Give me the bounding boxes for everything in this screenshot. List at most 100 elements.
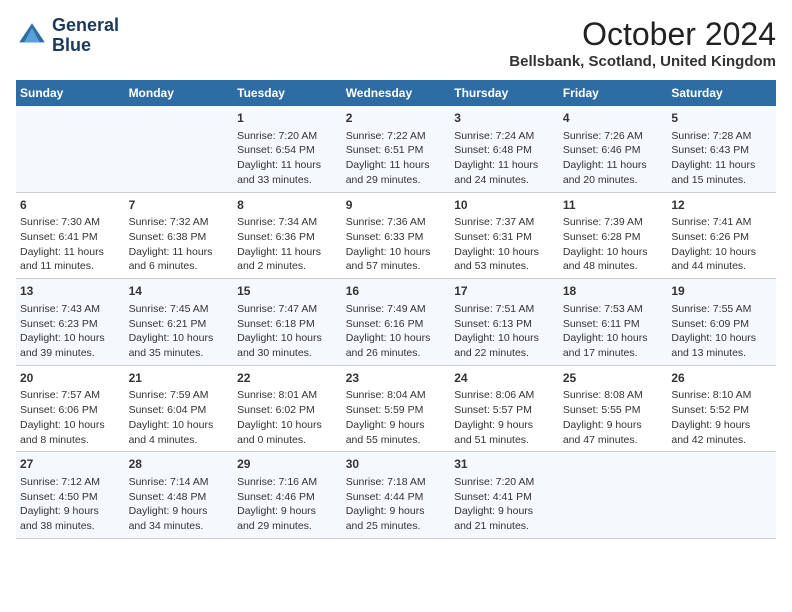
calendar-cell: 28Sunrise: 7:14 AM Sunset: 4:48 PM Dayli… (125, 452, 234, 539)
calendar-cell: 7Sunrise: 7:32 AM Sunset: 6:38 PM Daylig… (125, 192, 234, 279)
calendar-cell: 24Sunrise: 8:06 AM Sunset: 5:57 PM Dayli… (450, 365, 559, 452)
logo-icon (16, 20, 48, 52)
day-number: 3 (454, 110, 555, 127)
day-info: Sunrise: 7:16 AM Sunset: 4:46 PM Dayligh… (237, 475, 338, 534)
column-header-tuesday: Tuesday (233, 80, 342, 106)
day-info: Sunrise: 7:47 AM Sunset: 6:18 PM Dayligh… (237, 302, 338, 361)
calendar-cell: 8Sunrise: 7:34 AM Sunset: 6:36 PM Daylig… (233, 192, 342, 279)
calendar-week-row: 27 Sunrise: 7:12 AM Sunset: 4:50 PM Dayli… (16, 452, 776, 539)
day-number: 9 (346, 197, 447, 214)
day-info: Sunrise: 7:43 AM Sunset: 6:23 PM Dayligh… (20, 302, 121, 361)
day-info: Sunrise: 7:45 AM Sunset: 6:21 PM Dayligh… (129, 302, 230, 361)
column-header-sunday: Sunday (16, 80, 125, 106)
calendar-week-row: 6Sunrise: 7:30 AM Sunset: 6:41 PM Daylig… (16, 192, 776, 279)
day-number: 2 (346, 110, 447, 127)
day-info: Sunrise: 7:37 AM Sunset: 6:31 PM Dayligh… (454, 215, 555, 274)
calendar-cell: 21Sunrise: 7:59 AM Sunset: 6:04 PM Dayli… (125, 365, 234, 452)
day-info: Sunrise: 8:10 AM Sunset: 5:52 PM Dayligh… (671, 388, 772, 447)
day-info: Sunrise: 7:22 AM Sunset: 6:51 PM Dayligh… (346, 129, 447, 188)
day-number: 31 (454, 456, 555, 473)
day-number: 15 (237, 283, 338, 300)
column-header-monday: Monday (125, 80, 234, 106)
day-info: Sunrise: 8:01 AM Sunset: 6:02 PM Dayligh… (237, 388, 338, 447)
day-info: Sunrise: 7:34 AM Sunset: 6:36 PM Dayligh… (237, 215, 338, 274)
day-number: 16 (346, 283, 447, 300)
column-header-wednesday: Wednesday (342, 80, 451, 106)
title-block: October 2024 Bellsbank, Scotland, United… (509, 16, 776, 70)
day-info: Sunrise: 7:24 AM Sunset: 6:48 PM Dayligh… (454, 129, 555, 188)
calendar-week-row: 13 Sunrise: 7:43 AM Sunset: 6:23 PM Dayli… (16, 279, 776, 366)
calendar-cell: 10Sunrise: 7:37 AM Sunset: 6:31 PM Dayli… (450, 192, 559, 279)
day-number: 21 (129, 370, 230, 387)
day-number: 14 (129, 283, 230, 300)
day-info: Sunrise: 7:57 AM Sunset: 6:06 PM Dayligh… (20, 388, 121, 447)
day-info: Sunrise: 7:26 AM Sunset: 6:46 PM Dayligh… (563, 129, 664, 188)
day-number: 22 (237, 370, 338, 387)
calendar-cell: 29 Sunrise: 7:16 AM Sunset: 4:46 PM Dayli… (233, 452, 342, 539)
logo-text: General Blue (52, 16, 119, 56)
calendar-cell: 12Sunrise: 7:41 AM Sunset: 6:26 PM Dayli… (667, 192, 776, 279)
calendar-week-row: 1 Sunrise: 7:20 AM Sunset: 6:54 PM Daylig… (16, 106, 776, 192)
day-number: 4 (563, 110, 664, 127)
day-number: 5 (671, 110, 772, 127)
day-number: 12 (671, 197, 772, 214)
day-info: Sunrise: 7:20 AM Sunset: 6:54 PM Dayligh… (237, 129, 338, 188)
calendar-header-row: SundayMondayTuesdayWednesdayThursdayFrid… (16, 80, 776, 106)
logo: General Blue (16, 16, 119, 56)
day-info: Sunrise: 8:08 AM Sunset: 5:55 PM Dayligh… (563, 388, 664, 447)
day-info: Sunrise: 7:59 AM Sunset: 6:04 PM Dayligh… (129, 388, 230, 447)
calendar-cell: 30Sunrise: 7:18 AM Sunset: 4:44 PM Dayli… (342, 452, 451, 539)
day-number: 11 (563, 197, 664, 214)
day-number: 23 (346, 370, 447, 387)
day-info: Sunrise: 7:12 AM Sunset: 4:50 PM Dayligh… (20, 475, 121, 534)
calendar-cell: 11Sunrise: 7:39 AM Sunset: 6:28 PM Dayli… (559, 192, 668, 279)
column-header-saturday: Saturday (667, 80, 776, 106)
calendar-cell: 20Sunrise: 7:57 AM Sunset: 6:06 PM Dayli… (16, 365, 125, 452)
day-info: Sunrise: 7:53 AM Sunset: 6:11 PM Dayligh… (563, 302, 664, 361)
day-number: 8 (237, 197, 338, 214)
calendar-cell: 6Sunrise: 7:30 AM Sunset: 6:41 PM Daylig… (16, 192, 125, 279)
calendar-cell (16, 106, 125, 192)
day-info: Sunrise: 7:39 AM Sunset: 6:28 PM Dayligh… (563, 215, 664, 274)
calendar-cell: 5 Sunrise: 7:28 AM Sunset: 6:43 PM Daylig… (667, 106, 776, 192)
calendar-cell: 26Sunrise: 8:10 AM Sunset: 5:52 PM Dayli… (667, 365, 776, 452)
day-info: Sunrise: 7:55 AM Sunset: 6:09 PM Dayligh… (671, 302, 772, 361)
day-info: Sunrise: 7:32 AM Sunset: 6:38 PM Dayligh… (129, 215, 230, 274)
page-header: General Blue October 2024 Bellsbank, Sco… (16, 16, 776, 70)
day-info: Sunrise: 7:28 AM Sunset: 6:43 PM Dayligh… (671, 129, 772, 188)
day-info: Sunrise: 7:18 AM Sunset: 4:44 PM Dayligh… (346, 475, 447, 534)
day-number: 18 (563, 283, 664, 300)
day-info: Sunrise: 7:30 AM Sunset: 6:41 PM Dayligh… (20, 215, 121, 274)
day-number: 27 (20, 456, 121, 473)
day-info: Sunrise: 7:41 AM Sunset: 6:26 PM Dayligh… (671, 215, 772, 274)
day-number: 13 (20, 283, 121, 300)
day-number: 7 (129, 197, 230, 214)
calendar-cell: 31 Sunrise: 7:20 AM Sunset: 4:41 PM Dayli… (450, 452, 559, 539)
calendar-cell (125, 106, 234, 192)
day-number: 6 (20, 197, 121, 214)
day-info: Sunrise: 8:04 AM Sunset: 5:59 PM Dayligh… (346, 388, 447, 447)
day-info: Sunrise: 7:51 AM Sunset: 6:13 PM Dayligh… (454, 302, 555, 361)
day-number: 28 (129, 456, 230, 473)
day-number: 20 (20, 370, 121, 387)
calendar-week-row: 20Sunrise: 7:57 AM Sunset: 6:06 PM Dayli… (16, 365, 776, 452)
day-number: 10 (454, 197, 555, 214)
day-number: 29 (237, 456, 338, 473)
calendar-cell (559, 452, 668, 539)
day-info: Sunrise: 8:06 AM Sunset: 5:57 PM Dayligh… (454, 388, 555, 447)
calendar-cell: 17Sunrise: 7:51 AM Sunset: 6:13 PM Dayli… (450, 279, 559, 366)
day-info: Sunrise: 7:20 AM Sunset: 4:41 PM Dayligh… (454, 475, 555, 534)
day-number: 1 (237, 110, 338, 127)
calendar-cell: 23Sunrise: 8:04 AM Sunset: 5:59 PM Dayli… (342, 365, 451, 452)
day-info: Sunrise: 7:36 AM Sunset: 6:33 PM Dayligh… (346, 215, 447, 274)
calendar-cell: 19Sunrise: 7:55 AM Sunset: 6:09 PM Dayli… (667, 279, 776, 366)
calendar-cell: 27 Sunrise: 7:12 AM Sunset: 4:50 PM Dayli… (16, 452, 125, 539)
calendar-cell (667, 452, 776, 539)
calendar-cell: 18 Sunrise: 7:53 AM Sunset: 6:11 PM Dayli… (559, 279, 668, 366)
calendar-table: SundayMondayTuesdayWednesdayThursdayFrid… (16, 80, 776, 539)
calendar-cell: 25Sunrise: 8:08 AM Sunset: 5:55 PM Dayli… (559, 365, 668, 452)
calendar-cell: 15 Sunrise: 7:47 AM Sunset: 6:18 PM Dayli… (233, 279, 342, 366)
calendar-cell: 9Sunrise: 7:36 AM Sunset: 6:33 PM Daylig… (342, 192, 451, 279)
calendar-cell: 22Sunrise: 8:01 AM Sunset: 6:02 PM Dayli… (233, 365, 342, 452)
day-number: 26 (671, 370, 772, 387)
